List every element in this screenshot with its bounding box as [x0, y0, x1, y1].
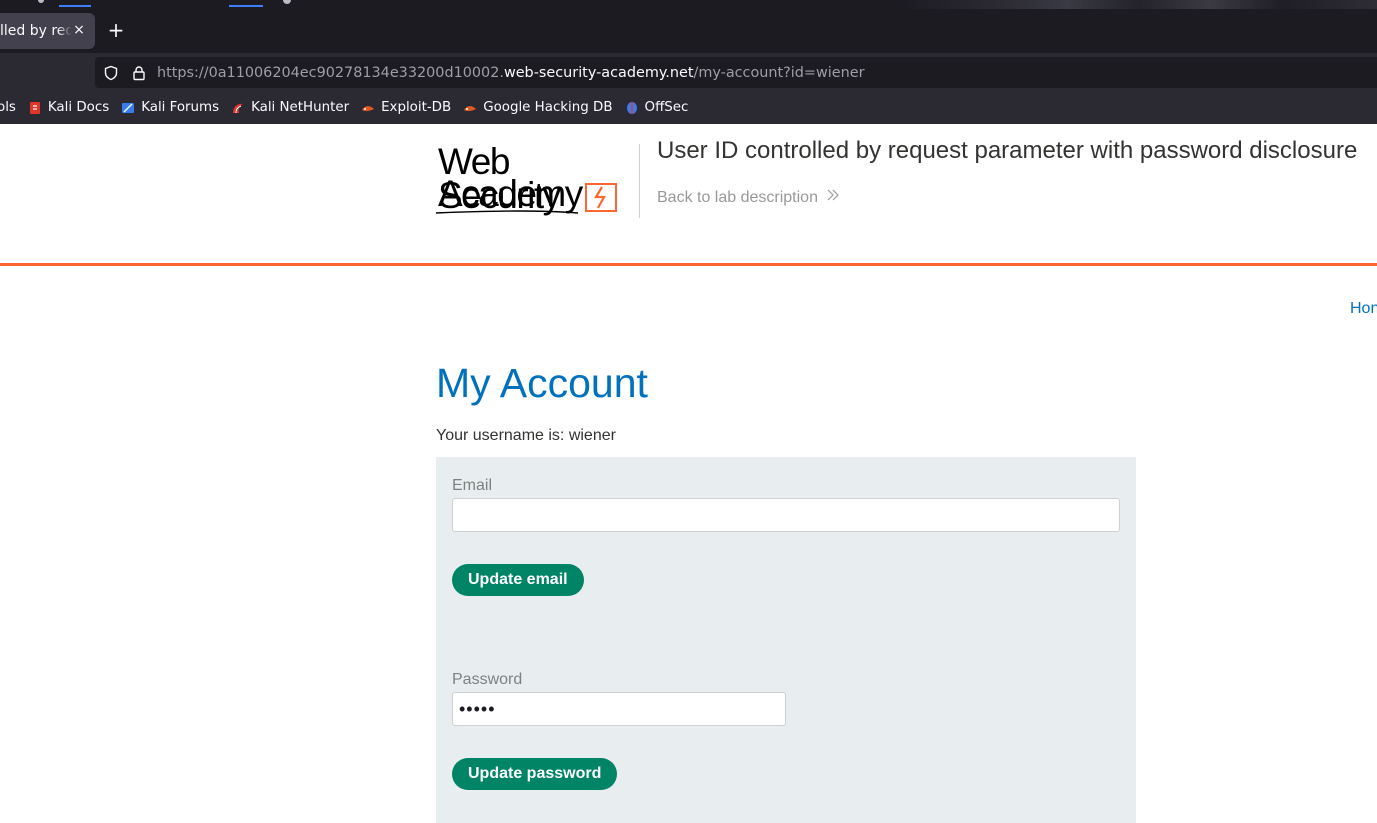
- logo-text-line2: Academy: [438, 173, 583, 214]
- url-path: /my-account?id=wiener: [693, 64, 865, 81]
- bookmark-label: Kali NetHunter: [251, 100, 350, 115]
- bookmark-kali-forums[interactable]: Kali Forums: [121, 100, 219, 115]
- window-top-strip: [0, 0, 1377, 9]
- close-icon[interactable]: ×: [71, 21, 87, 39]
- bookmark-exploit-db[interactable]: Exploit-DB: [361, 100, 451, 115]
- password-field[interactable]: •••••: [452, 692, 786, 726]
- lab-title: User ID controlled by request parameter …: [657, 137, 1358, 164]
- wallpaper-strip: [900, 0, 1377, 9]
- exploit-db-icon: [361, 101, 375, 115]
- tab-bar: lled by requ × +: [0, 9, 1377, 53]
- top-strip-glyph: [283, 0, 291, 4]
- web-security-academy-logo[interactable]: Web Security Academy: [436, 143, 640, 218]
- kali-forums-icon: [121, 101, 135, 115]
- update-email-button[interactable]: Update email: [452, 564, 584, 596]
- double-chevron-right-icon: [826, 188, 840, 207]
- academy-header: Web Security Academy User ID controlled …: [0, 124, 1377, 266]
- bookmark-kali-nethunter[interactable]: Kali NetHunter: [231, 100, 349, 115]
- url-host: web-security-academy.net: [503, 64, 694, 81]
- password-label: Password: [452, 671, 523, 688]
- bookmarks-toolbar: ols Kali Docs Kali Forums Kali NetHunter…: [0, 91, 1377, 124]
- web-page: Web Security Academy User ID controlled …: [0, 124, 1377, 823]
- username-text: Your username is: wiener: [436, 427, 616, 444]
- account-form-panel: Email Update email Password ••••• Update…: [436, 457, 1136, 823]
- tab-title: lled by requ: [0, 23, 72, 39]
- url-text[interactable]: https://0a11006204ec90278134e33200d10002…: [157, 65, 865, 81]
- url-bar[interactable]: https://0a11006204ec90278134e33200d10002…: [95, 57, 1377, 88]
- top-strip-glyph: [38, 0, 44, 3]
- email-label: Email: [452, 477, 493, 494]
- bookmark-label: Kali Docs: [47, 100, 110, 115]
- email-field[interactable]: [452, 498, 1120, 532]
- navigation-toolbar: https://0a11006204ec90278134e33200d10002…: [0, 53, 1377, 91]
- ghdb-icon: [463, 101, 477, 115]
- url-prefix: https://0a11006204ec90278134e33200d10002…: [157, 64, 504, 81]
- bookmark-tools[interactable]: ols: [0, 100, 16, 115]
- bookmark-label: OffSec: [644, 100, 689, 115]
- kali-nethunter-icon: [231, 101, 245, 115]
- back-to-lab-description-link[interactable]: Back to lab description: [657, 188, 840, 207]
- bookmark-label: Kali Forums: [141, 100, 220, 115]
- new-tab-button[interactable]: +: [106, 20, 126, 41]
- active-indicator: [229, 5, 263, 7]
- kali-docs-icon: [28, 101, 42, 115]
- bookmark-label: Exploit-DB: [381, 100, 452, 115]
- bookmark-label: ols: [0, 100, 16, 115]
- bookmark-ghdb[interactable]: Google Hacking DB: [463, 100, 613, 115]
- bookmark-offsec[interactable]: OffSec: [625, 100, 689, 115]
- back-link-label: Back to lab description: [657, 188, 818, 206]
- active-indicator: [59, 5, 91, 7]
- browser-tab[interactable]: lled by requ ×: [0, 13, 95, 49]
- shield-icon[interactable]: [103, 65, 119, 81]
- home-link[interactable]: Hon: [1350, 300, 1377, 318]
- logo-flash-icon: [585, 183, 617, 212]
- update-password-button[interactable]: Update password: [452, 758, 618, 790]
- offsec-icon: [625, 101, 639, 115]
- page-title: My Account: [436, 360, 648, 406]
- bookmark-label: Google Hacking DB: [483, 100, 613, 115]
- lock-icon[interactable]: [131, 65, 147, 81]
- bookmark-kali-docs[interactable]: Kali Docs: [28, 100, 109, 115]
